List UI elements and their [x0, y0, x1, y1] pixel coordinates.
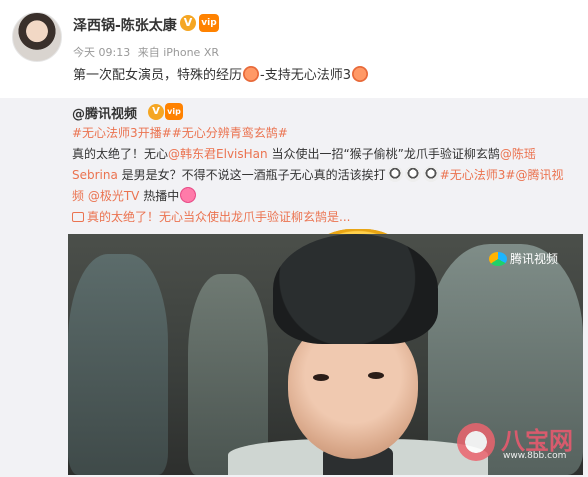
emoji-icon — [243, 66, 260, 82]
verified-icon: V — [180, 15, 196, 31]
repost-text: 热播中 — [139, 189, 180, 203]
post-meta: 今天 09:13 来自 iPhone XR — [73, 44, 223, 60]
repost-text: 当众使出一招“猴子偷桃”龙爪手验证柳玄鹄 — [267, 147, 500, 161]
post-text: 第一次配女演员，特殊的经历 -支持无心法师3 — [73, 64, 369, 83]
mention-link[interactable]: @韩东君ElvisHan — [168, 147, 268, 161]
mention-link[interactable]: @腾讯视 — [515, 168, 563, 182]
post-text-part2: -支持无心法师3 — [260, 68, 351, 83]
post-time[interactable]: 今天 09:13 — [73, 46, 130, 59]
hashtag-link[interactable]: #无心法师3# — [440, 168, 516, 182]
repost-line: 频 @极光TV 热播中 — [72, 186, 582, 207]
repost-body: 真的太绝了 ！无心@韩东君ElvisHan 当众使出一招“猴子偷桃”龙爪手验证柳玄… — [72, 144, 582, 369]
video-logo-text: 腾讯视频 — [509, 252, 558, 266]
repost-text: 是男是女 — [117, 168, 170, 182]
mention-link[interactable]: @极光TV — [84, 189, 140, 203]
video-link-icon — [72, 212, 84, 222]
post-source: 来自 iPhone XR — [137, 46, 220, 59]
hashtags[interactable]: #无心法师3开播##无心分辨青鸾玄鹄# — [72, 124, 288, 141]
hashtag-link[interactable]: #无心法师3开播##无心分辨青鸾玄鹄# — [72, 126, 288, 140]
video-link[interactable]: 真的太绝了！无心当众使出龙爪手验证柳玄鹄是... — [72, 208, 350, 225]
character-eye — [313, 374, 329, 381]
tencent-video-icon — [488, 252, 507, 266]
video-logo: 腾讯视频 — [488, 250, 558, 267]
avatar[interactable] — [12, 12, 62, 62]
character-hat — [273, 234, 438, 344]
emoji-icon — [386, 166, 403, 182]
character-eye — [368, 372, 384, 379]
repost-line: 真的太绝了 ！无心@韩东君ElvisHan 当众使出一招“猴子偷桃”龙爪手验证柳玄… — [72, 144, 582, 369]
repost-card: @腾讯视频 V vip #无心法师3开播##无心分辨青鸾玄鹄# 真的太绝了 ！无心… — [0, 98, 588, 477]
repost-line: Sebrina 是男是女 ？不得不说这一酒瓶子无心真的活该挨打 #无心法师3#@腾讯… — [72, 165, 582, 369]
mention-link[interactable]: @陈瑶 — [500, 147, 536, 161]
video-player[interactable]: 腾讯视频 八宝网 www.8bb.com — [68, 234, 583, 475]
repost-text: ！无心 — [132, 147, 169, 161]
emoji-icon — [404, 166, 421, 182]
post-header: 泽西锅-陈张太康 V vip 今天 09:13 来自 iPhone XR 第一次… — [0, 0, 588, 98]
emoji-icon — [180, 187, 197, 203]
watermark-url: www.8bb.com — [503, 451, 567, 461]
repost-text: ？不得不说这一酒瓶子无心真的活该挨打 — [169, 168, 386, 182]
mention-link[interactable]: Sebrina — [72, 168, 118, 182]
repost-author[interactable]: @腾讯视频 — [72, 103, 137, 122]
background-figure — [68, 254, 168, 475]
watermark: 八宝网 www.8bb.com — [457, 419, 577, 469]
emoji-icon — [422, 166, 439, 182]
video-link-text[interactable]: 真的太绝了！无心当众使出龙爪手验证柳玄鹄是... — [87, 210, 350, 224]
verified-icon: V — [148, 104, 164, 120]
member-badge-icon[interactable]: vip — [165, 103, 183, 120]
author-name[interactable]: 泽西锅-陈张太康 — [73, 15, 177, 35]
mention-link[interactable]: 频 — [72, 189, 84, 203]
member-badge-icon[interactable]: vip — [199, 14, 219, 32]
emoji-icon — [351, 66, 368, 82]
watermark-logo-icon — [457, 423, 495, 461]
post-text-part1: 第一次配女演员，特殊的经历 — [73, 68, 243, 83]
repost-text: 真的太绝了 — [72, 147, 133, 161]
